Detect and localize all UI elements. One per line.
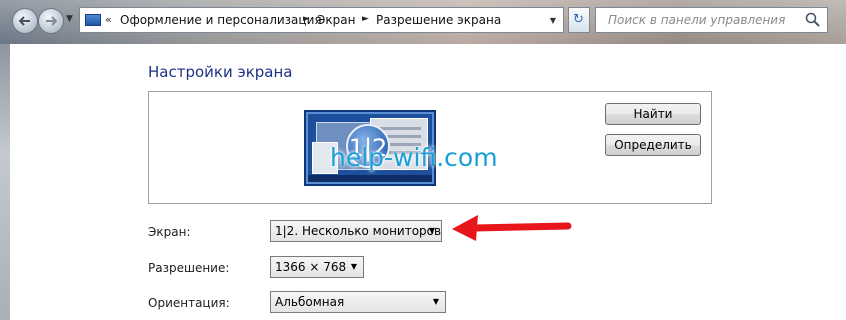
- search-icon[interactable]: [805, 12, 821, 28]
- address-dropdown-icon[interactable]: ▼: [550, 16, 556, 25]
- address-bar[interactable]: « Оформление и персонализация ► Экран ► …: [79, 7, 564, 33]
- forward-arrow-icon: [46, 16, 57, 26]
- taskbar-preview: [308, 175, 432, 182]
- search-box[interactable]: Поиск в панели управления: [595, 7, 828, 33]
- screen-select-value: 1|2. Несколько мониторов: [275, 224, 442, 238]
- back-arrow-icon: [19, 16, 30, 26]
- resolution-select[interactable]: 1366 × 768 ▼: [270, 256, 364, 278]
- back-button[interactable]: [12, 8, 38, 34]
- recent-pages-dropdown-icon[interactable]: ▼: [66, 14, 73, 24]
- breadcrumb-separator-icon[interactable]: ►: [362, 14, 369, 24]
- breadcrumb-separator-icon[interactable]: ►: [303, 14, 310, 24]
- orientation-select[interactable]: Альбомная ▼: [270, 291, 446, 313]
- breadcrumb-display[interactable]: Экран: [317, 13, 355, 27]
- window-border: [0, 44, 10, 320]
- annotation-arrow-icon: [452, 215, 572, 241]
- watermark: help-wifi.com: [330, 143, 498, 172]
- breadcrumb-personalization[interactable]: Оформление и персонализация: [120, 13, 322, 27]
- control-panel-icon: [85, 14, 101, 26]
- breadcrumb-screen-resolution[interactable]: Разрешение экрана: [376, 13, 501, 27]
- refresh-icon: ↻: [573, 12, 584, 27]
- address-overflow-icon[interactable]: «: [105, 13, 112, 26]
- forward-button[interactable]: [38, 8, 64, 34]
- dropdown-arrow-icon: ▼: [428, 226, 435, 235]
- refresh-button[interactable]: ↻: [568, 7, 590, 33]
- dropdown-arrow-icon: ▼: [432, 297, 439, 306]
- resolution-label: Разрешение:: [148, 261, 230, 275]
- identify-button[interactable]: Определить: [605, 134, 701, 156]
- screen-select[interactable]: 1|2. Несколько мониторов ▼: [270, 220, 442, 242]
- orientation-label: Ориентация:: [148, 296, 230, 310]
- search-input[interactable]: Поиск в панели управления: [608, 13, 785, 27]
- dropdown-arrow-icon: ▼: [350, 262, 357, 271]
- orientation-select-value: Альбомная: [275, 295, 345, 309]
- resolution-select-value: 1366 × 768: [275, 260, 347, 274]
- page-title: Настройки экрана: [148, 63, 293, 81]
- screen-label: Экран:: [148, 225, 191, 239]
- find-button[interactable]: Найти: [605, 103, 701, 125]
